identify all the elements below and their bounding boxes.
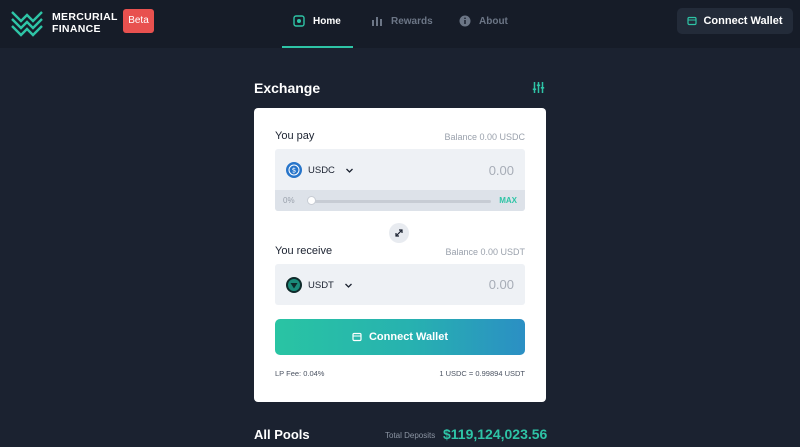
swap-direction-button[interactable] — [389, 223, 409, 243]
header-connect-wallet-label: Connect Wallet — [703, 15, 783, 27]
active-tab-indicator — [282, 46, 353, 48]
usdt-icon — [286, 277, 302, 293]
exchange-rate: 1 USDC = 0.99894 USDT — [439, 369, 525, 378]
chevron-down-icon — [344, 283, 352, 288]
slider-handle[interactable] — [307, 196, 316, 205]
receive-balance: Balance 0.00 USDT — [445, 247, 525, 257]
lp-fee: LP Fee: 0.04% — [275, 369, 325, 378]
settings-sliders-icon[interactable] — [532, 81, 545, 94]
pay-token-label: USDC — [308, 164, 335, 176]
max-button[interactable]: MAX — [499, 196, 517, 205]
nav-about-label: About — [479, 15, 508, 27]
header-connect-wallet-button[interactable]: Connect Wallet — [677, 8, 793, 34]
total-deposits-label: Total Deposits — [385, 431, 436, 440]
rewards-icon — [372, 17, 382, 26]
mercurial-logo-icon[interactable] — [10, 8, 44, 38]
pay-token-select[interactable]: $ USDC — [286, 162, 354, 178]
receive-token-select[interactable]: USDT — [286, 277, 353, 293]
nav-rewards-label: Rewards — [391, 15, 433, 27]
swap-arrows-icon — [395, 229, 403, 237]
pay-amount-input[interactable]: 0.00 — [489, 163, 514, 178]
brand-line-2: FINANCE — [52, 23, 101, 35]
you-pay-label: You pay — [275, 130, 315, 142]
nav-about[interactable]: About — [459, 10, 508, 32]
receive-amount-output: 0.00 — [488, 277, 514, 292]
receive-token-label: USDT — [308, 279, 334, 291]
chevron-down-icon — [345, 168, 353, 173]
pay-balance: Balance 0.00 USDC — [444, 132, 525, 142]
svg-text:$: $ — [292, 167, 296, 175]
slider-track[interactable] — [311, 200, 491, 203]
top-navbar: MERCURIAL FINANCE Beta Home Rewards Abou… — [0, 0, 800, 48]
info-icon — [459, 15, 471, 27]
usdc-icon: $ — [286, 162, 302, 178]
connect-wallet-label: Connect Wallet — [368, 331, 449, 343]
slider-min-label: 0% — [283, 196, 295, 205]
all-pools-title: All Pools — [254, 427, 310, 442]
receive-input-box: USDT 0.00 — [275, 264, 525, 305]
exchange-title: Exchange — [254, 80, 321, 96]
nav-home[interactable]: Home — [293, 10, 341, 32]
beta-badge: Beta — [123, 9, 154, 33]
home-icon — [293, 15, 305, 27]
nav-home-label: Home — [313, 15, 341, 27]
exchange-card: You pay Balance 0.00 USDC $ USDC 0.00 0%… — [254, 108, 546, 402]
total-deposits-value: $119,124,023.56 — [443, 426, 548, 442]
pay-amount-slider[interactable]: 0% MAX — [275, 190, 525, 211]
brand-name[interactable]: MERCURIAL FINANCE — [52, 11, 122, 35]
brand-line-1: MERCURIAL — [52, 11, 118, 23]
nav-rewards[interactable]: Rewards — [371, 10, 433, 32]
pay-input-box: $ USDC 0.00 0% MAX — [275, 149, 525, 211]
wallet-icon — [687, 16, 698, 26]
connect-wallet-button[interactable]: Connect Wallet — [275, 319, 525, 355]
wallet-icon — [352, 332, 362, 342]
you-receive-label: You receive — [275, 245, 333, 257]
